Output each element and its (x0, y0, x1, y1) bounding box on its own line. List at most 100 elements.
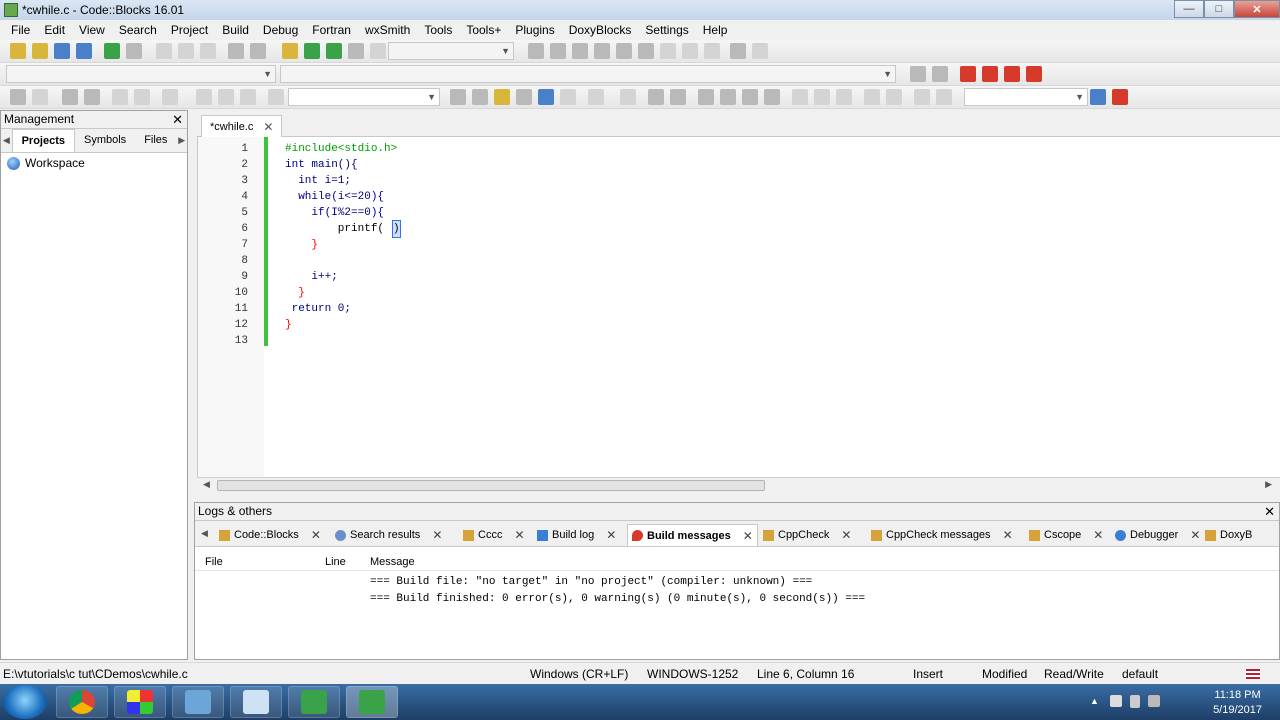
s-icon[interactable] (914, 89, 930, 105)
scroll-left-icon[interactable]: ◀ (203, 479, 210, 490)
tab-left-icon[interactable]: ◀ (201, 528, 208, 539)
close-icon[interactable]: ✕ (743, 525, 753, 547)
help-icon[interactable] (134, 89, 150, 105)
menu-settings[interactable]: Settings (638, 20, 695, 40)
battery-icon[interactable] (1130, 695, 1140, 708)
tab-codeblocks[interactable]: Code::Blocks ✕ (219, 524, 321, 546)
new-file-icon[interactable] (10, 43, 26, 59)
build-message-row[interactable]: === Build file: "no target" in "no proje… (370, 576, 812, 588)
widget-e-icon[interactable] (742, 89, 758, 105)
minimize-button[interactable]: — (1174, 0, 1204, 18)
incremental-search-icon[interactable] (268, 89, 284, 105)
scrollbar-thumb[interactable] (217, 480, 765, 491)
nav-dot-icon[interactable] (218, 89, 234, 105)
close-icon[interactable]: ✕ (1190, 524, 1200, 546)
widget-h-icon[interactable] (814, 89, 830, 105)
select-icon[interactable] (588, 89, 604, 105)
debug-continue-icon[interactable] (528, 43, 544, 59)
tab-cppcheck[interactable]: CppCheck ✕ (763, 524, 851, 546)
toggle-bookmark-icon[interactable] (960, 66, 976, 82)
menu-file[interactable]: File (4, 20, 37, 40)
menu-fortran[interactable]: Fortran (305, 20, 358, 40)
tab-cwhile[interactable]: *cwhile.c ✕ (201, 115, 283, 137)
taskbar-camtasia-recorder[interactable] (346, 686, 398, 718)
incremental-search-input[interactable]: ▼ (288, 88, 440, 106)
save-icon[interactable] (54, 43, 70, 59)
save-all-icon[interactable] (76, 43, 92, 59)
taskbar-chrome[interactable] (56, 686, 108, 718)
tab-right-icon[interactable]: ▶ (176, 135, 187, 146)
menu-tools-plus[interactable]: Tools+ (459, 20, 508, 40)
next-line-icon[interactable] (572, 43, 588, 59)
close-icon[interactable]: ✕ (432, 524, 442, 546)
redo-icon[interactable] (126, 43, 142, 59)
code-editor[interactable]: 1 #include<stdio.h> 2 int main(){ 3 int i=… (197, 137, 1280, 477)
close-icon[interactable]: ✕ (1093, 524, 1103, 546)
menu-build[interactable]: Build (215, 20, 256, 40)
build-target-select[interactable]: ▼ (388, 42, 514, 60)
doxy-icon[interactable] (32, 89, 48, 105)
highlight-icon[interactable] (494, 89, 510, 105)
menu-debug[interactable]: Debug (256, 20, 305, 40)
close-icon[interactable]: ✕ (514, 524, 524, 546)
next-instruction-icon[interactable] (638, 43, 654, 59)
copy-icon[interactable] (178, 43, 194, 59)
widget-f-icon[interactable] (764, 89, 780, 105)
options-icon[interactable] (560, 89, 576, 105)
maximize-button[interactable]: □ (1204, 0, 1234, 18)
menu-project[interactable]: Project (164, 20, 215, 40)
tab-cccc[interactable]: Cccc ✕ (463, 524, 525, 546)
run-icon[interactable] (304, 43, 320, 59)
tab-debugger[interactable]: Debugger ✕ (1115, 524, 1200, 546)
close-icon[interactable]: ✕ (1264, 503, 1275, 520)
menu-help[interactable]: Help (696, 20, 735, 40)
widget-a-icon[interactable] (648, 89, 664, 105)
volume-icon[interactable] (1148, 695, 1160, 707)
close-icon[interactable]: ✕ (311, 524, 321, 546)
taskbar-clock[interactable]: 11:18 PM 5/19/2017 (1213, 688, 1262, 718)
widget-d-icon[interactable] (720, 89, 736, 105)
wand-icon[interactable] (162, 89, 178, 105)
insert-icon[interactable] (112, 89, 128, 105)
open-file-icon[interactable] (32, 43, 48, 59)
undo-icon[interactable] (104, 43, 120, 59)
nav-next-icon[interactable] (240, 89, 256, 105)
rect-icon[interactable] (620, 89, 636, 105)
pause-icon[interactable] (682, 43, 698, 59)
next-bookmark-icon[interactable] (1004, 66, 1020, 82)
jump-back-icon[interactable] (910, 66, 926, 82)
search-prev-icon[interactable] (450, 89, 466, 105)
menu-edit[interactable]: Edit (37, 20, 72, 40)
column-line[interactable]: Line (325, 556, 346, 568)
debug-windows-icon[interactable] (730, 43, 746, 59)
widget-g-icon[interactable] (792, 89, 808, 105)
column-message[interactable]: Message (370, 556, 415, 568)
settings-icon[interactable] (10, 89, 26, 105)
run-to-cursor-icon[interactable] (550, 43, 566, 59)
close-icon[interactable]: ✕ (172, 111, 183, 128)
function-select[interactable]: ▼ (280, 65, 896, 83)
close-icon[interactable]: ✕ (841, 524, 851, 546)
regex-icon[interactable] (538, 89, 554, 105)
close-icon[interactable]: ✕ (1003, 524, 1013, 546)
widget-c-icon[interactable] (698, 89, 714, 105)
cut-icon[interactable] (156, 43, 172, 59)
widget-b-icon[interactable] (670, 89, 686, 105)
wx-select[interactable]: ▼ (964, 88, 1088, 106)
abort-icon[interactable] (370, 43, 386, 59)
tab-files[interactable]: Files (135, 129, 176, 152)
taskbar-explorer[interactable] (172, 686, 224, 718)
search-globe-icon[interactable] (1090, 89, 1106, 105)
replace-icon[interactable] (250, 43, 266, 59)
tab-doxyb[interactable]: DoxyB (1205, 524, 1252, 546)
network-icon[interactable] (1110, 695, 1122, 707)
tab-symbols[interactable]: Symbols (75, 129, 135, 152)
previous-bookmark-icon[interactable] (982, 66, 998, 82)
search-next-icon[interactable] (472, 89, 488, 105)
tab-build-messages[interactable]: Build messages ✕ (627, 524, 758, 546)
taskbar-camtasia[interactable] (288, 686, 340, 718)
find-icon[interactable] (228, 43, 244, 59)
tab-search-results[interactable]: Search results ✕ (335, 524, 442, 546)
menu-wxsmith[interactable]: wxSmith (358, 20, 417, 40)
block-comment-icon[interactable] (62, 89, 78, 105)
